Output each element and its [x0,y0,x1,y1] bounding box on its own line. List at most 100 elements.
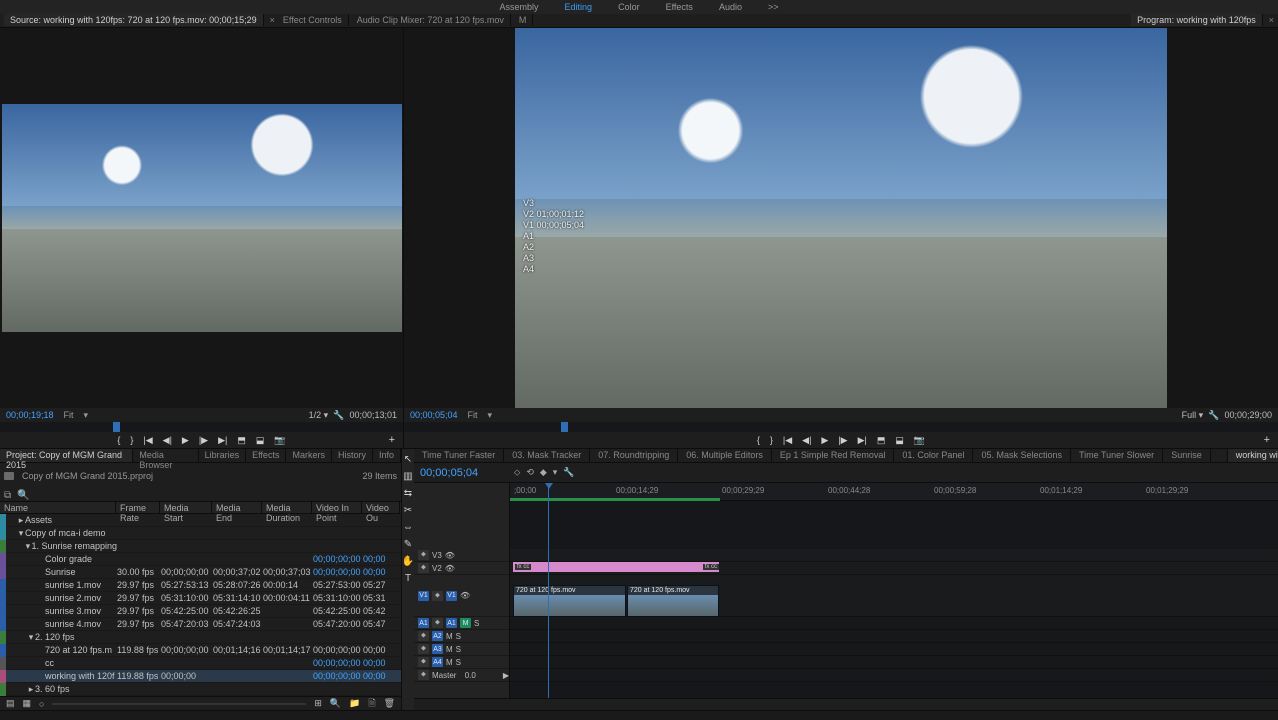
workspace-overflow-icon[interactable]: >> [764,1,783,13]
lift-icon[interactable]: ⬒ [877,435,886,446]
program-timeline-scrubber[interactable] [404,422,1278,432]
hand-tool-icon[interactable]: ✋ [402,555,414,567]
sequence-tab[interactable]: 05. Mask Selections [973,449,1071,462]
source-fit-dropdown[interactable]: Fit [60,410,78,420]
audio-clip-mixer-tab[interactable]: Audio Clip Mixer: 720 at 120 fps.mov [351,14,511,26]
search-icon[interactable]: 🔍 [17,490,29,501]
track-header-v1[interactable]: V1⬥ V1👁 [414,575,509,617]
playhead[interactable] [548,483,549,698]
pen-tool-icon[interactable]: ✎ [402,538,414,550]
automate-icon[interactable]: ⊞ [314,698,322,709]
go-to-in-icon[interactable]: |◀ [143,435,152,446]
go-to-out-icon[interactable]: ▶| [858,435,867,446]
project-row[interactable]: ▾Copy of mca-i demo [0,527,401,540]
project-row[interactable]: ▾2. 120 fps [0,631,401,644]
workspace-tab-assembly[interactable]: Assembly [496,1,543,13]
play-icon[interactable]: ▶ [182,435,189,446]
mark-in-icon[interactable]: { [117,435,120,445]
workspace-tab-audio[interactable]: Audio [715,1,746,13]
track-header-master[interactable]: ⬥Master 0.0▶ [414,669,509,682]
project-row[interactable]: sunrise 1.mov29.97 fps05:27:53:1305:28:0… [0,579,401,592]
project-row[interactable]: working with 120f119.88 fps00;00;0000;00… [0,670,401,683]
close-icon[interactable]: × [266,15,275,25]
go-to-in-icon[interactable]: |◀ [783,435,792,446]
track-select-tool-icon[interactable]: ▥ [402,470,414,482]
mark-in-icon[interactable]: { [757,435,760,445]
sequence-tab[interactable]: Time Tuner Slower [1071,449,1163,462]
source-timeline-scrubber[interactable] [0,422,403,432]
project-row[interactable]: Color grade00;00;00;0000;00 [0,553,401,566]
type-tool-icon[interactable]: T [402,572,414,584]
filter-bin-icon[interactable]: ⧉ [4,490,11,501]
list-view-icon[interactable]: ▤ [6,698,15,709]
project-item-list[interactable]: ▸Assets▾Copy of mca-i demo▾1. Sunrise re… [0,514,401,696]
project-row[interactable]: 720 at 120 fps.m119.88 fps00;00;00;0000;… [0,644,401,657]
timeline-track-area[interactable]: ;00;00 00;00;14;29 00;00;29;29 00;00;44;… [510,483,1278,698]
sequence-tab[interactable]: Time Tuner Faster [414,449,504,462]
track-header-a1[interactable]: A1⬥A1MS [414,617,509,630]
linked-selection-icon[interactable]: ⟲ [526,467,534,478]
track-header-a2[interactable]: ⬥A2MS [414,630,509,643]
project-row[interactable]: ▸Assets [0,514,401,527]
step-fwd-icon[interactable]: |▶ [199,435,208,446]
play-icon[interactable]: ▶ [821,435,828,446]
trash-icon[interactable]: 🗑 [384,698,395,709]
step-back-icon[interactable]: ◀| [802,435,811,446]
selection-tool-icon[interactable]: ↖ [402,453,414,465]
clip-fx-bar[interactable]: fx cc fx cc [513,562,719,572]
insert-icon[interactable]: ⬒ [237,435,246,446]
video-clip[interactable]: 720 at 120 fps.mov [513,585,626,617]
export-frame-icon[interactable]: 📷 [914,435,925,446]
sequence-tab[interactable]: Sunrise [1163,449,1211,462]
wrench-icon[interactable]: 🔧 [563,467,574,478]
mark-out-icon[interactable]: } [130,435,133,445]
sequence-tab[interactable]: 03. Mask Tracker [504,449,590,462]
settings-icon[interactable]: ▾ [553,467,558,478]
track-v1[interactable]: 720 at 120 fps.mov 720 at 120 fps.mov [510,575,1278,617]
wrench-icon[interactable]: 🔧 [333,410,344,420]
metadata-tab[interactable]: M [513,14,534,26]
project-row[interactable]: ▸3. 60 fps [0,683,401,696]
program-fit-dropdown[interactable]: Fit [464,410,482,420]
sequence-tab[interactable]: 07. Roundtripping [590,449,678,462]
chevron-down-icon[interactable]: ▾ [324,410,329,420]
overwrite-icon[interactable]: ⬓ [256,435,265,446]
razor-tool-icon[interactable]: ✂ [402,504,414,516]
project-row[interactable]: sunrise 2.mov29.97 fps05:31:10:0005:31:1… [0,592,401,605]
sequence-tab[interactable]: Ep 1 Simple Red Removal [772,449,895,462]
sequence-tab[interactable]: 06. Multiple Editors [678,449,772,462]
wrench-icon[interactable]: 🔧 [1208,410,1219,420]
sequence-tab[interactable]: 01. Color Panel [894,449,973,462]
project-row[interactable]: sunrise 4.mov29.97 fps05:47:20:0305:47:2… [0,618,401,631]
workspace-tab-color[interactable]: Color [614,1,644,13]
track-master[interactable] [510,669,1278,682]
track-header-v3[interactable]: ⬥V3👁 [414,549,509,562]
chevron-down-icon[interactable]: ▾ [488,410,493,421]
libraries-tab[interactable]: Libraries [199,449,247,462]
program-resolution-label[interactable]: Full [1182,410,1197,420]
project-row[interactable]: sunrise 3.mov29.97 fps05:42:25:0005:42:2… [0,605,401,618]
project-row[interactable]: Sunrise30.00 fps00;00;00;0000;00;37;0200… [0,566,401,579]
source-playhead-timecode[interactable]: 00;00;19;18 [6,410,54,420]
marker-icon[interactable]: ◆ [540,467,547,478]
icon-view-icon[interactable]: ▦ [23,698,32,709]
step-fwd-icon[interactable]: |▶ [838,435,847,446]
track-a2[interactable] [510,630,1278,643]
track-a1[interactable] [510,617,1278,630]
effect-controls-tab[interactable]: Effect Controls [277,14,349,26]
extract-icon[interactable]: ⬓ [895,435,904,446]
project-tab[interactable]: Project: Copy of MGM Grand 2015 [0,449,133,462]
track-header-a4[interactable]: ⬥A4MS [414,656,509,669]
find-icon[interactable]: 🔍 [330,698,341,709]
info-tab[interactable]: Info [373,449,401,462]
effects-tab[interactable]: Effects [246,449,286,462]
step-back-icon[interactable]: ◀| [163,435,172,446]
markers-tab[interactable]: Markers [286,449,332,462]
add-button-icon[interactable]: + [1264,434,1270,446]
program-viewport[interactable]: V3 V2 01;00;01;12 V1 00;00;05;04 A1 A2 A… [404,28,1278,409]
track-a4[interactable] [510,656,1278,669]
track-header-v2[interactable]: ⬥V2👁 [414,562,509,575]
history-tab[interactable]: History [332,449,373,462]
chevron-down-icon[interactable]: ▾ [1199,410,1204,420]
project-row[interactable]: cc00;00;00;0000;00 [0,657,401,670]
